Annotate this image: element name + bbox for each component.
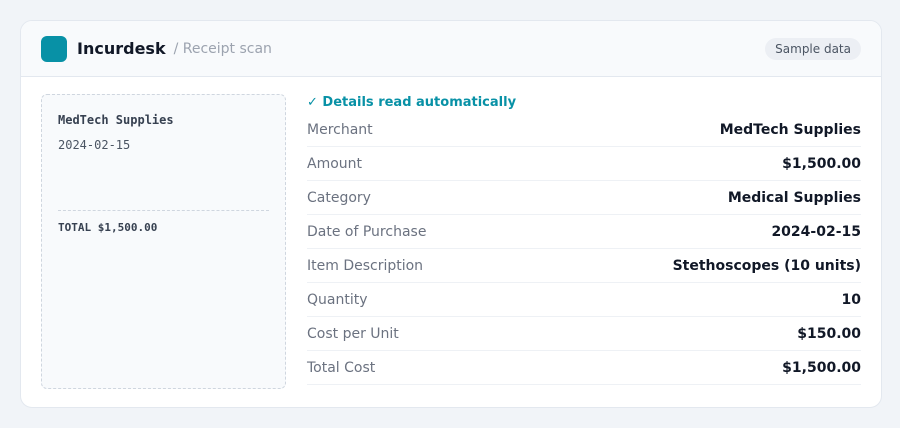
field-label: Cost per Unit — [307, 325, 399, 342]
app-name: Incurdesk — [77, 39, 166, 58]
field-row-quantity: Quantity 10 — [307, 283, 861, 317]
field-label: Category — [307, 189, 371, 206]
field-value: $1,500.00 — [782, 155, 861, 172]
field-row-item-description: Item Description Stethoscopes (10 units) — [307, 249, 861, 283]
field-label: Merchant — [307, 121, 373, 138]
app-header: Incurdesk / Receipt scan Sample data — [21, 21, 881, 77]
field-row-total-cost: Total Cost $1,500.00 — [307, 351, 861, 385]
field-row-merchant: Merchant MedTech Supplies — [307, 113, 861, 147]
extraction-status: ✓ Details read automatically — [307, 95, 517, 110]
field-label: Total Cost — [307, 359, 376, 376]
main-card: Incurdesk / Receipt scan Sample data Med… — [20, 20, 882, 408]
breadcrumb: / Receipt scan — [173, 40, 272, 57]
field-row-amount: Amount $1,500.00 — [307, 147, 861, 181]
field-row-category: Category Medical Supplies — [307, 181, 861, 215]
field-label: Quantity — [307, 291, 368, 308]
field-value: 2024-02-15 — [771, 223, 861, 240]
extracted-details: ✓ Details read automatically Merchant Me… — [307, 93, 861, 385]
field-value: Stethoscopes (10 units) — [672, 257, 861, 274]
sample-data-badge: Sample data — [765, 37, 861, 60]
field-value: $150.00 — [797, 325, 861, 342]
receipt-total: TOTAL $1,500.00 — [58, 221, 158, 234]
field-label: Item Description — [307, 257, 424, 274]
app-logo-icon — [41, 35, 67, 62]
receipt-date: 2024-02-15 — [58, 138, 131, 152]
field-value: 10 — [841, 291, 861, 308]
field-label: Date of Purchase — [307, 223, 427, 240]
field-value: Medical Supplies — [727, 189, 861, 206]
field-value: $1,500.00 — [782, 359, 861, 376]
field-row-cost-per-unit: Cost per Unit $150.00 — [307, 317, 861, 351]
receipt-divider — [58, 210, 269, 211]
field-label: Amount — [307, 155, 363, 172]
receipt-preview: MedTech Supplies 2024-02-15 TOTAL $1,500… — [41, 94, 286, 389]
receipt-merchant: MedTech Supplies — [58, 113, 174, 127]
field-row-date-of-purchase: Date of Purchase 2024-02-15 — [307, 215, 861, 249]
field-value: MedTech Supplies — [719, 121, 861, 138]
